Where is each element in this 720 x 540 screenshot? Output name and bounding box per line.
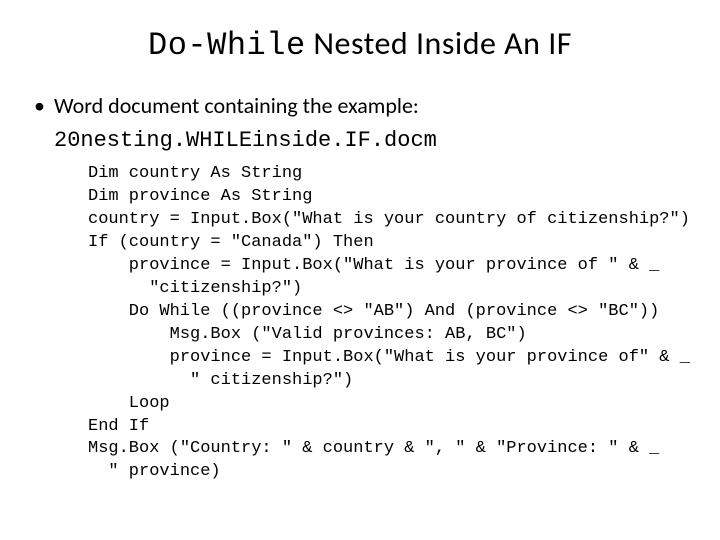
bullet-line: Word document containing the example: bbox=[32, 92, 688, 121]
title-code-part: Do-While bbox=[148, 27, 306, 64]
slide: Do-While Nested Inside An IF Word docume… bbox=[0, 0, 720, 540]
example-filename: 20nesting.WHILEinside.IF.docm bbox=[54, 128, 437, 153]
example-filename-line: 20nesting.WHILEinside.IF.docm bbox=[32, 125, 688, 156]
title-text-part: Nested Inside An IF bbox=[306, 24, 572, 63]
code-block: Dim country As String Dim province As St… bbox=[88, 163, 688, 484]
bullet-text: Word document containing the example: bbox=[54, 92, 419, 119]
slide-title: Do-While Nested Inside An IF bbox=[32, 24, 688, 64]
